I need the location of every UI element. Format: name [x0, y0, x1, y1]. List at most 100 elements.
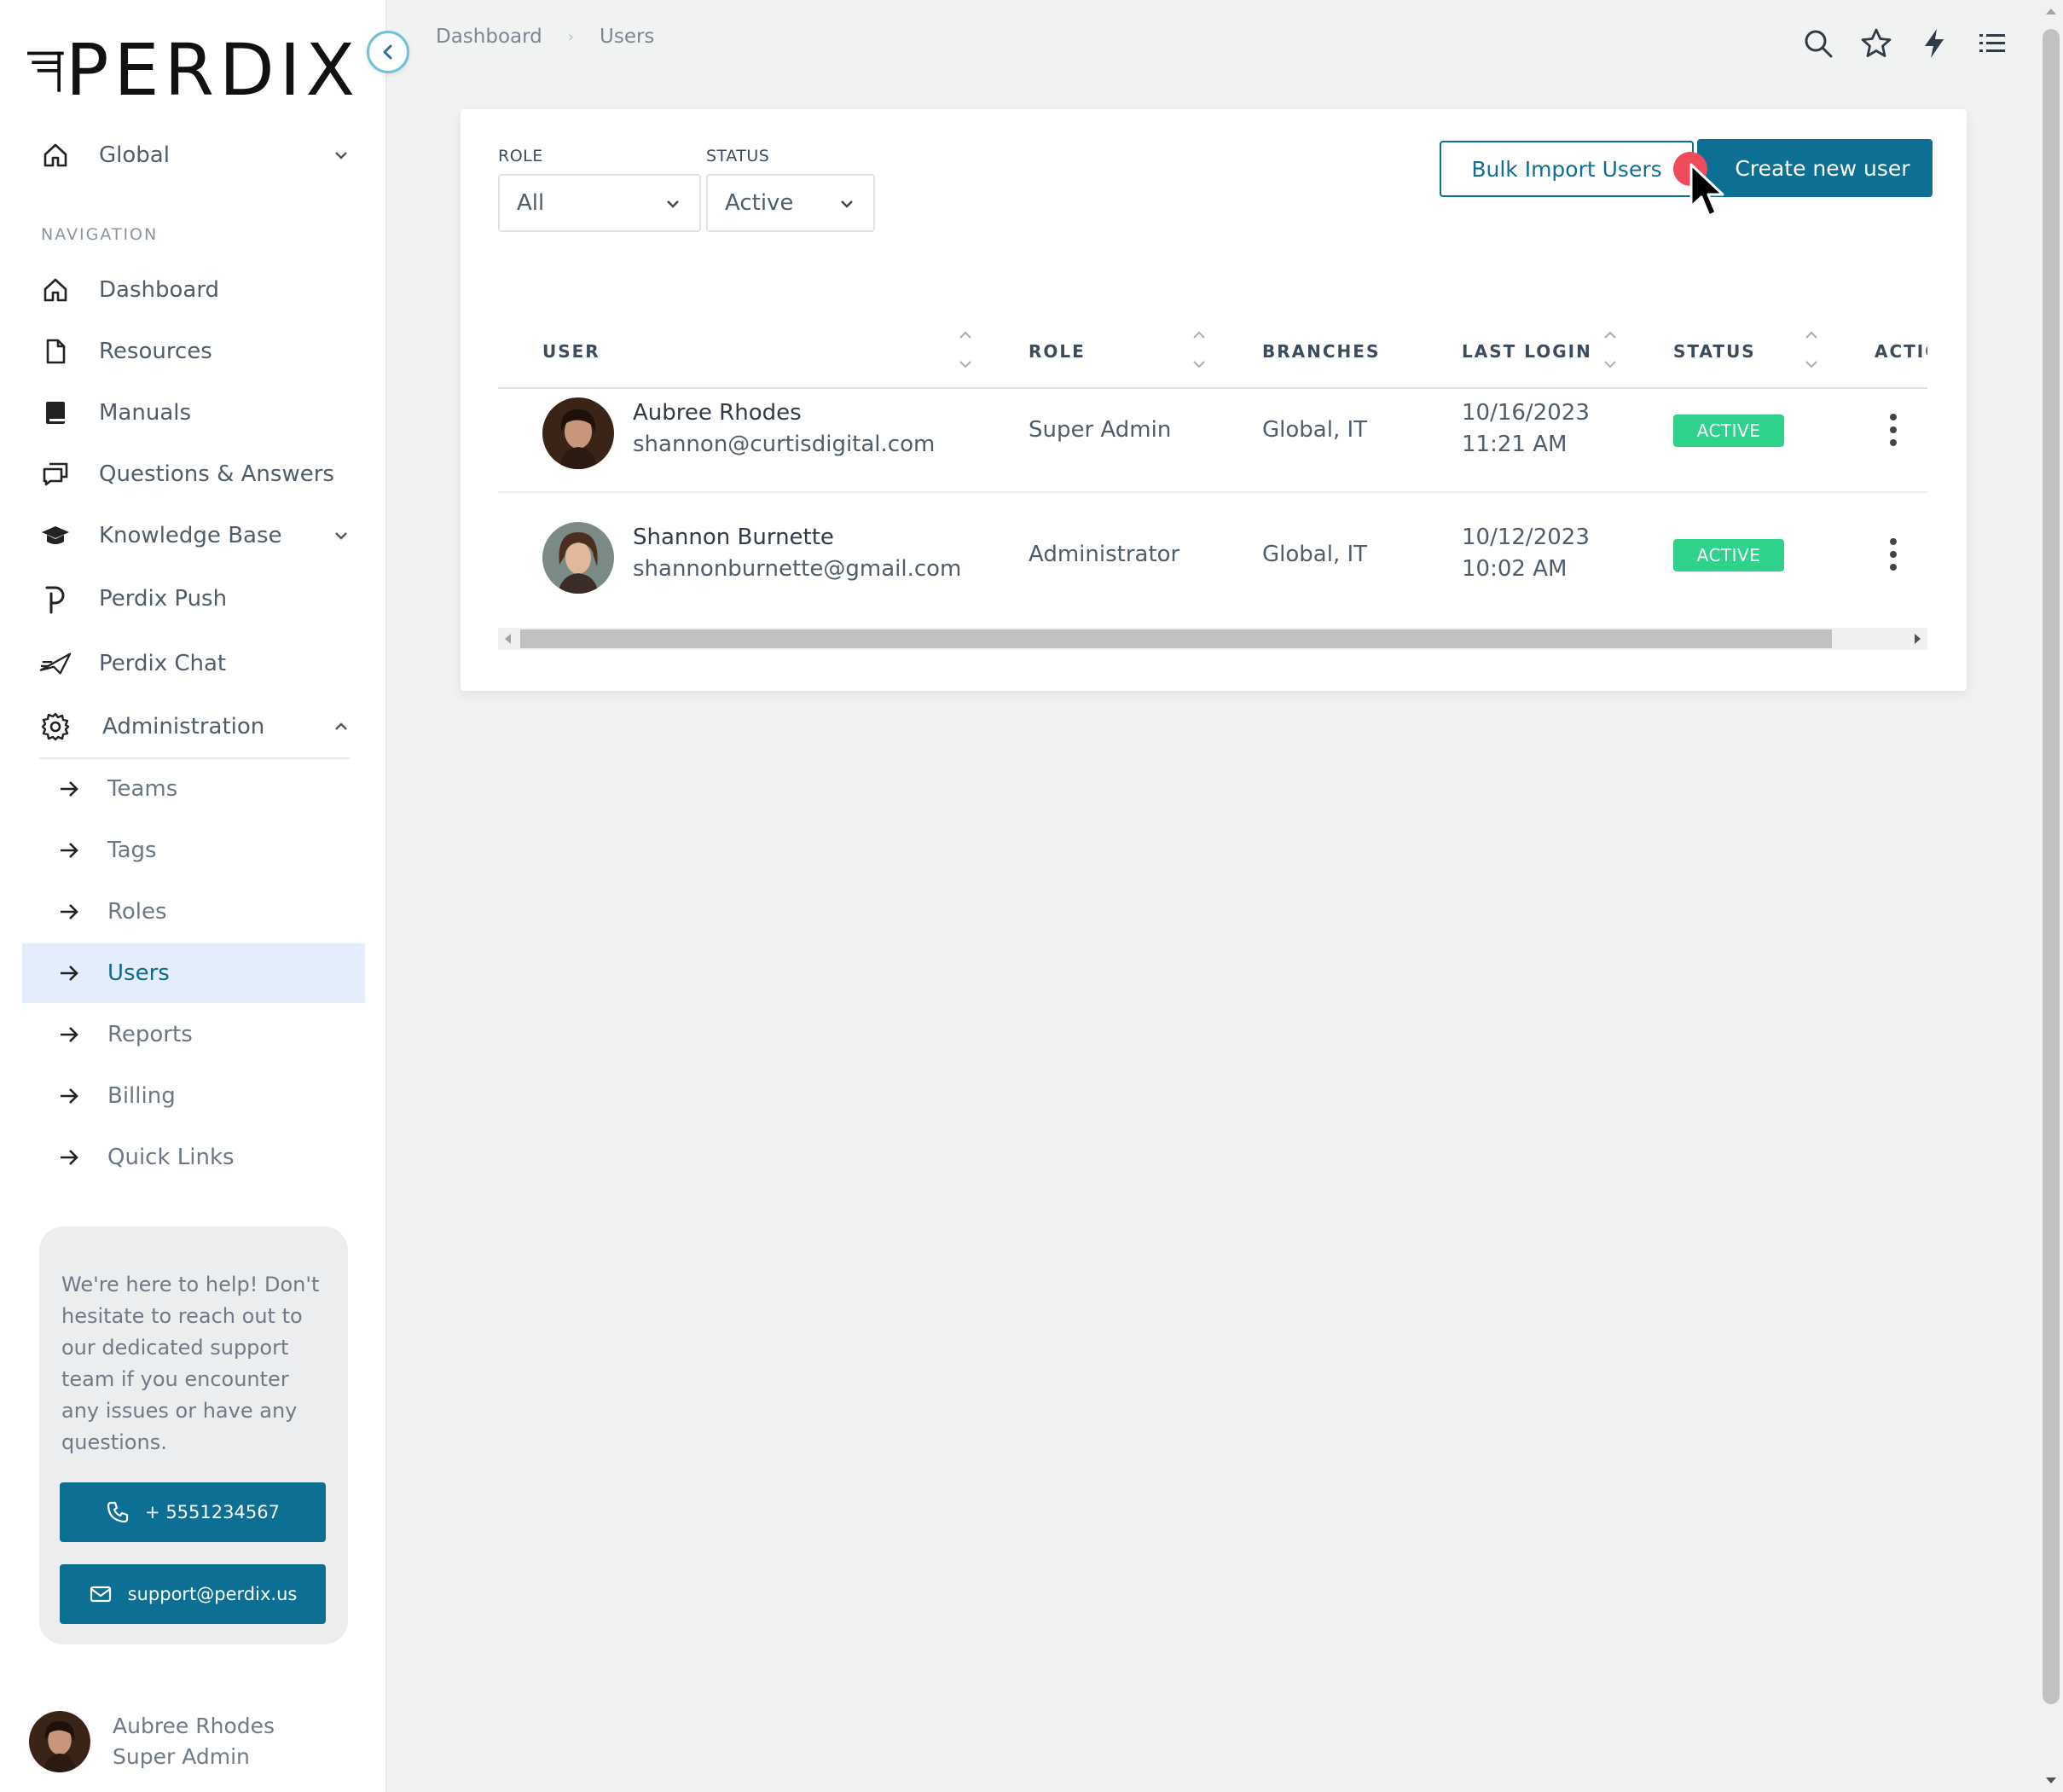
mail-icon — [90, 1586, 111, 1603]
chevron-up-icon — [335, 722, 347, 730]
admin-item-teams[interactable]: Teams — [22, 759, 365, 819]
support-email: support@perdix.us — [127, 1584, 298, 1604]
avatar — [542, 522, 614, 594]
nav-item-resources[interactable]: Resources — [39, 326, 351, 377]
admin-item-label: Billing — [107, 1083, 176, 1109]
sort-icon[interactable] — [1803, 328, 1820, 372]
workspace-selector[interactable]: Global — [39, 130, 351, 181]
phone-support-button[interactable]: + 5551234567 — [60, 1482, 326, 1542]
column-header-status[interactable]: STATUS — [1673, 341, 1756, 362]
create-new-user-button[interactable]: Create new user — [1697, 139, 1933, 197]
table-row[interactable]: Aubree Rhodes shannon@curtisdigital.com … — [498, 368, 1927, 493]
mouse-cursor-icon — [1689, 163, 1724, 217]
arrow-right-icon — [61, 1150, 78, 1165]
role-filter-select[interactable]: All — [498, 174, 701, 232]
star-icon[interactable] — [1860, 27, 1892, 60]
chevron-left-icon — [383, 44, 392, 60]
nav-item-manuals[interactable]: Manuals — [39, 387, 351, 438]
user-role: Super Admin — [1029, 417, 1172, 443]
admin-item-label: Reports — [107, 1022, 193, 1047]
breadcrumb-dashboard-link[interactable]: Dashboard — [436, 26, 542, 48]
sort-icon[interactable] — [1602, 328, 1619, 372]
phone-number: + 5551234567 — [145, 1502, 280, 1522]
scroll-right-icon[interactable] — [1915, 634, 1921, 644]
scroll-left-icon[interactable] — [505, 634, 511, 644]
help-text: We're here to help! Don't hesitate to re… — [61, 1273, 320, 1454]
more-actions-icon[interactable] — [1888, 413, 1898, 447]
arrow-right-icon — [61, 966, 78, 981]
current-user-profile[interactable]: Aubree Rhodes Super Admin — [29, 1709, 275, 1774]
column-header-user[interactable]: USER — [542, 341, 600, 362]
scrollbar-thumb[interactable] — [2043, 29, 2060, 1704]
breadcrumb-separator-icon: › — [567, 27, 574, 46]
nav-item-questions-answers[interactable]: Questions & Answers — [39, 449, 351, 500]
arrow-right-icon — [61, 1027, 78, 1042]
collapse-sidebar-button[interactable] — [367, 31, 409, 73]
scrollbar-thumb[interactable] — [520, 629, 1832, 648]
status-filter-select[interactable]: Active — [706, 174, 875, 232]
last-login-date: 10/16/2023 — [1462, 400, 1590, 426]
arrow-right-icon — [61, 843, 78, 858]
admin-item-label: Users — [107, 960, 170, 986]
user-name[interactable]: Shannon Burnette — [633, 522, 961, 554]
current-user-role: Super Admin — [113, 1744, 250, 1769]
status-filter-value: Active — [725, 190, 794, 216]
column-header-last-login[interactable]: LAST LOGIN — [1462, 341, 1592, 362]
nav-item-label: Dashboard — [99, 277, 220, 303]
arrow-right-icon — [61, 1088, 78, 1104]
column-header-role[interactable]: ROLE — [1029, 341, 1086, 362]
home-icon — [39, 139, 72, 171]
chevron-down-icon — [841, 200, 853, 208]
admin-item-roles[interactable]: Roles — [22, 882, 365, 942]
page-vertical-scrollbar[interactable] — [2039, 0, 2063, 1792]
scroll-down-icon[interactable] — [2046, 1778, 2056, 1783]
sort-icon[interactable] — [1191, 328, 1208, 372]
phone-icon — [107, 1501, 129, 1523]
status-badge: ACTIVE — [1673, 539, 1784, 571]
admin-item-reports[interactable]: Reports — [22, 1005, 365, 1064]
chat-bubbles-icon — [39, 458, 72, 490]
email-support-button[interactable]: support@perdix.us — [60, 1564, 326, 1624]
status-badge: ACTIVE — [1673, 415, 1784, 447]
nav-item-perdix-chat[interactable]: Perdix Chat — [39, 638, 351, 689]
user-name[interactable]: Aubree Rhodes — [633, 397, 935, 429]
nav-item-label: Administration — [102, 714, 265, 739]
users-card: ROLE All STATUS Active Bulk Import Users… — [461, 109, 1967, 691]
book-icon — [39, 397, 72, 429]
table-row[interactable]: Shannon Burnette shannonburnette@gmail.c… — [498, 493, 1927, 618]
list-icon[interactable] — [1976, 27, 2008, 60]
nav-item-dashboard[interactable]: Dashboard — [39, 264, 351, 316]
perdix-logo[interactable]: PERDIX — [27, 26, 360, 114]
admin-item-users[interactable]: Users — [22, 943, 365, 1003]
status-filter-label: STATUS — [706, 147, 770, 165]
nav-item-label: Questions & Answers — [99, 461, 334, 487]
nav-item-label: Manuals — [99, 400, 192, 426]
admin-item-billing[interactable]: Billing — [22, 1066, 365, 1126]
current-user-name: Aubree Rhodes — [113, 1714, 275, 1738]
more-actions-icon[interactable] — [1888, 537, 1898, 571]
scroll-up-icon[interactable] — [2046, 9, 2056, 14]
search-icon[interactable] — [1802, 27, 1834, 60]
workspace-label: Global — [99, 142, 170, 168]
perdix-logo-mark-icon — [27, 51, 64, 92]
last-login-time: 10:02 AM — [1462, 556, 1568, 582]
avatar — [29, 1711, 90, 1772]
lightning-icon[interactable] — [1918, 27, 1950, 60]
sort-icon[interactable] — [957, 328, 974, 372]
nav-item-perdix-push[interactable]: Perdix Push — [39, 573, 351, 624]
admin-item-label: Teams — [107, 776, 178, 802]
column-header-branches: BRANCHES — [1262, 341, 1381, 362]
bulk-import-users-button[interactable]: Bulk Import Users — [1440, 141, 1694, 197]
nav-item-administration[interactable]: Administration — [39, 701, 351, 752]
arrow-right-icon — [61, 781, 78, 797]
arrow-right-icon — [61, 904, 78, 919]
perdix-push-icon — [39, 583, 72, 615]
role-filter-value: All — [517, 190, 545, 216]
user-branches: Global, IT — [1262, 542, 1368, 567]
admin-item-quick-links[interactable]: Quick Links — [22, 1128, 365, 1187]
user-email: shannon@curtisdigital.com — [633, 432, 936, 457]
admin-item-tags[interactable]: Tags — [22, 821, 365, 880]
table-horizontal-scrollbar[interactable] — [498, 628, 1927, 650]
user-email: shannonburnette@gmail.com — [633, 556, 962, 582]
nav-item-knowledge-base[interactable]: Knowledge Base — [39, 510, 351, 561]
